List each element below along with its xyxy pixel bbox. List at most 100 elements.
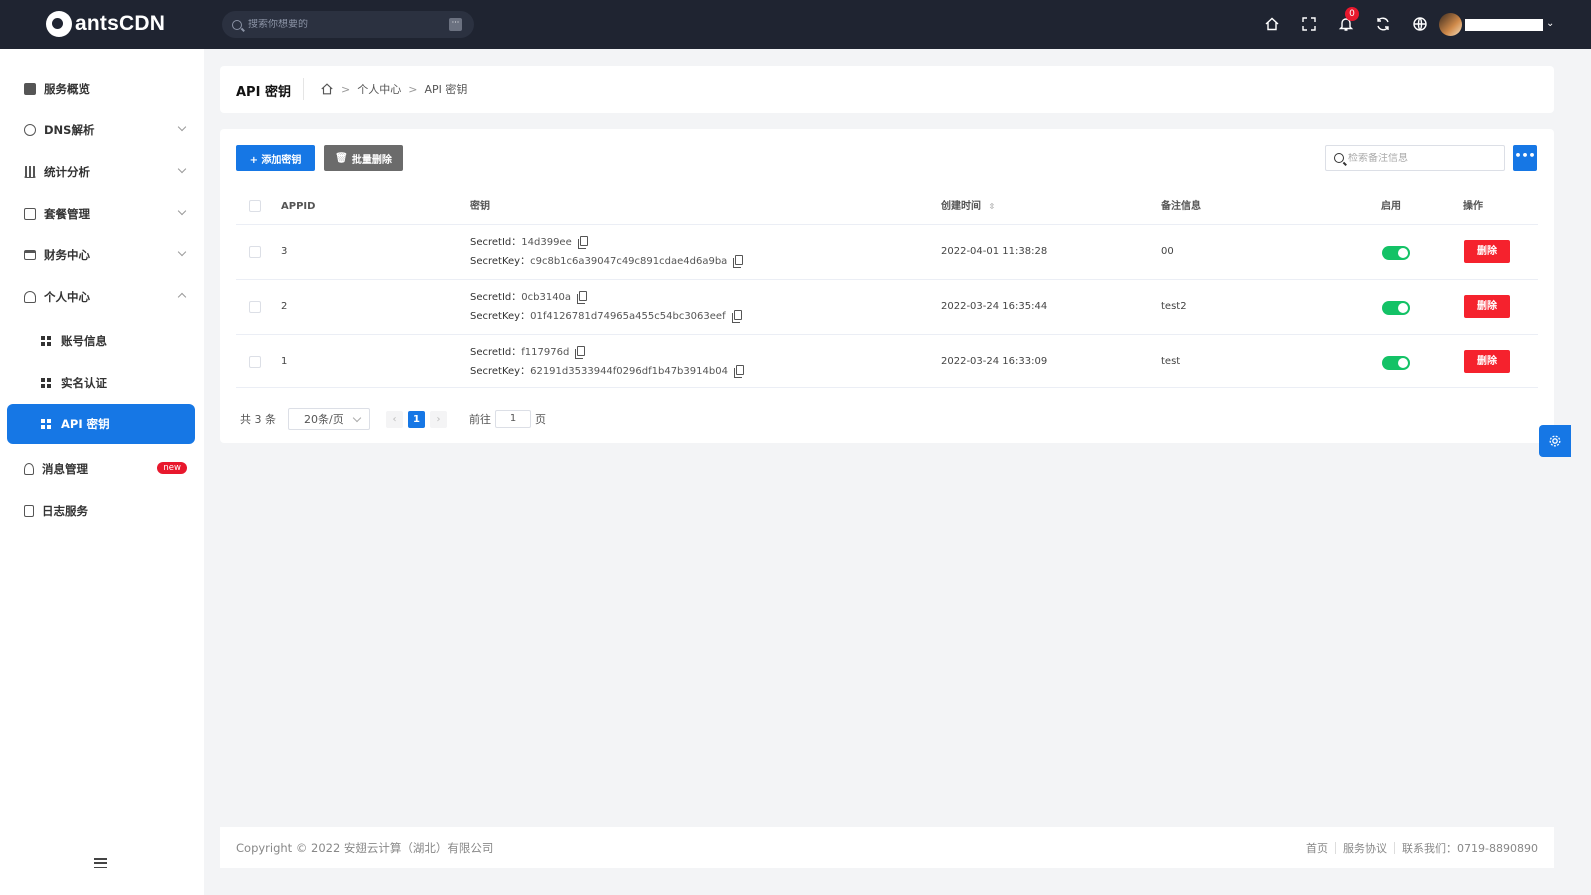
- next-page-icon[interactable]: ›: [430, 410, 447, 428]
- copy-icon[interactable]: [575, 346, 586, 359]
- secret-key-label: SecretKey：: [470, 366, 531, 377]
- divider: [303, 78, 304, 100]
- delete-button[interactable]: 删除: [1464, 240, 1510, 263]
- copy-icon[interactable]: [577, 291, 588, 304]
- footer-link-contact[interactable]: 联系我们：0719-8890890: [1402, 840, 1538, 856]
- secret-key: 01f4126781d74965a455c54bc3063eef: [530, 311, 726, 322]
- appid-cell: 3: [281, 246, 288, 257]
- search-icon: [1334, 153, 1344, 163]
- home-icon[interactable]: [1262, 14, 1282, 34]
- add-key-button[interactable]: + 添加密钥: [236, 145, 315, 171]
- sidebar-item-api-keys[interactable]: API 密钥: [7, 404, 195, 444]
- column-header-label: 创建时间: [941, 201, 981, 212]
- sidebar-item-dns[interactable]: DNS解析: [7, 110, 195, 150]
- language-icon[interactable]: [1410, 14, 1430, 34]
- page-number-current[interactable]: 1: [408, 410, 425, 428]
- grid-icon: [41, 378, 51, 388]
- sidebar-item-label: 日志服务: [42, 504, 88, 518]
- brand-name: antsCDN: [75, 12, 166, 35]
- enable-toggle[interactable]: [1382, 356, 1410, 370]
- footer-link-terms[interactable]: 服务协议: [1343, 840, 1387, 856]
- footer-links: 首页 服务协议 联系我们：0719-8890890: [1306, 840, 1538, 856]
- table-row: 2 SecretId：0cb3140a SecretKey：01f4126781…: [236, 279, 1538, 334]
- sidebar-item-label: 个人中心: [44, 290, 90, 304]
- secret-id: 0cb3140a: [521, 292, 572, 303]
- note-search-input[interactable]: [1348, 152, 1488, 164]
- row-checkbox[interactable]: [249, 301, 261, 313]
- api-keys-panel: + 添加密钥 🗑 批量删除 ••• APPID 密钥 创建时间 ⇳ 备注信息 启…: [220, 129, 1554, 443]
- username-redacted[interactable]: [1465, 19, 1543, 31]
- user-icon: [24, 291, 36, 303]
- secret-key: c9c8b1c6a39047c49c891cdae4d6a9ba: [530, 256, 728, 267]
- page-size-select[interactable]: 20条/页: [288, 408, 370, 430]
- sidebar-item-messages[interactable]: 消息管理 new: [7, 449, 195, 489]
- sidebar-item-finance[interactable]: 财务中心: [7, 235, 195, 275]
- delete-button[interactable]: 删除: [1464, 295, 1510, 318]
- breadcrumb: > 个人中心 > API 密钥: [320, 81, 467, 97]
- table-row: 1 SecretId：f117976d SecretKey：62191d3533…: [236, 334, 1538, 389]
- created-cell: 2022-03-24 16:33:09: [941, 356, 1048, 367]
- enable-toggle[interactable]: [1382, 301, 1410, 315]
- breadcrumb-item[interactable]: 个人中心: [357, 81, 401, 97]
- copy-icon[interactable]: [733, 365, 744, 378]
- batch-delete-button[interactable]: 🗑 批量删除: [324, 145, 403, 171]
- copy-icon[interactable]: [577, 236, 588, 249]
- column-header-appid: APPID: [281, 201, 316, 212]
- note-search[interactable]: [1325, 145, 1505, 171]
- bell-icon[interactable]: 0: [1336, 7, 1359, 34]
- global-search-input[interactable]: [248, 19, 448, 30]
- page-title: API 密钥: [236, 85, 291, 100]
- created-cell: 2022-03-24 16:35:44: [941, 301, 1048, 312]
- sidebar-item-overview[interactable]: 服务概览: [7, 69, 195, 109]
- chevron-down-icon: [177, 122, 187, 132]
- global-search[interactable]: ···: [222, 11, 474, 38]
- fullscreen-icon[interactable]: [1299, 14, 1319, 34]
- pagination-total: 共 3 条: [240, 413, 276, 426]
- sidebar-item-package[interactable]: 套餐管理: [7, 194, 195, 234]
- search-more-icon[interactable]: ···: [449, 18, 462, 31]
- refresh-icon[interactable]: [1373, 14, 1393, 34]
- sidebar-item-personal[interactable]: 个人中心: [7, 277, 195, 317]
- secret-key-label: SecretKey：: [470, 311, 531, 322]
- goto-page-input[interactable]: 1: [495, 410, 531, 428]
- more-options-button[interactable]: •••: [1513, 145, 1537, 171]
- trash-icon: 🗑: [335, 152, 348, 164]
- grid-icon: [41, 336, 51, 346]
- copy-icon[interactable]: [731, 310, 742, 323]
- sidebar-collapse-icon[interactable]: [94, 858, 107, 868]
- sidebar-item-label: 统计分析: [44, 165, 90, 179]
- row-checkbox[interactable]: [249, 356, 261, 368]
- row-checkbox[interactable]: [249, 246, 261, 258]
- chevron-down-icon[interactable]: ⌄: [1546, 18, 1554, 29]
- footer-link-home[interactable]: 首页: [1306, 840, 1328, 856]
- appid-cell: 1: [281, 356, 288, 367]
- logo[interactable]: antsCDN: [46, 11, 165, 37]
- batch-delete-label: 批量删除: [351, 154, 392, 166]
- sidebar-item-account[interactable]: 账号信息: [7, 321, 195, 361]
- column-header-created[interactable]: 创建时间 ⇳: [941, 192, 995, 225]
- secret-key: 62191d3533944f0296df1b47b3914b04: [530, 366, 728, 377]
- sort-icon[interactable]: ⇳: [988, 202, 995, 211]
- secret-id: 14d399ee: [521, 237, 572, 248]
- gear-icon: [1549, 435, 1561, 447]
- sidebar-item-verification[interactable]: 实名认证: [7, 363, 195, 403]
- secret-cell: SecretId：14d399ee SecretKey：c9c8b1c6a390…: [470, 233, 744, 271]
- note-cell: test: [1161, 356, 1181, 367]
- copy-icon[interactable]: [733, 255, 744, 268]
- top-bar: antsCDN ··· 0 ⌄: [0, 0, 1591, 49]
- globe-icon: [24, 124, 36, 136]
- delete-button[interactable]: 删除: [1464, 350, 1510, 373]
- enable-toggle[interactable]: [1382, 246, 1410, 260]
- sidebar-item-logs[interactable]: 日志服务: [7, 491, 195, 531]
- sidebar-item-stats[interactable]: 统计分析: [7, 152, 195, 192]
- prev-page-icon[interactable]: ‹: [386, 410, 403, 428]
- breadcrumb-item: API 密钥: [424, 83, 468, 96]
- avatar[interactable]: [1439, 13, 1462, 36]
- settings-float-button[interactable]: [1539, 425, 1571, 457]
- select-all-checkbox[interactable]: [249, 200, 261, 212]
- secret-id-label: SecretId：: [470, 347, 522, 358]
- sidebar-item-label: DNS解析: [44, 123, 95, 137]
- home-icon[interactable]: [320, 82, 334, 96]
- sidebar-item-label: API 密钥: [61, 417, 110, 431]
- chevron-down-icon: [177, 206, 187, 216]
